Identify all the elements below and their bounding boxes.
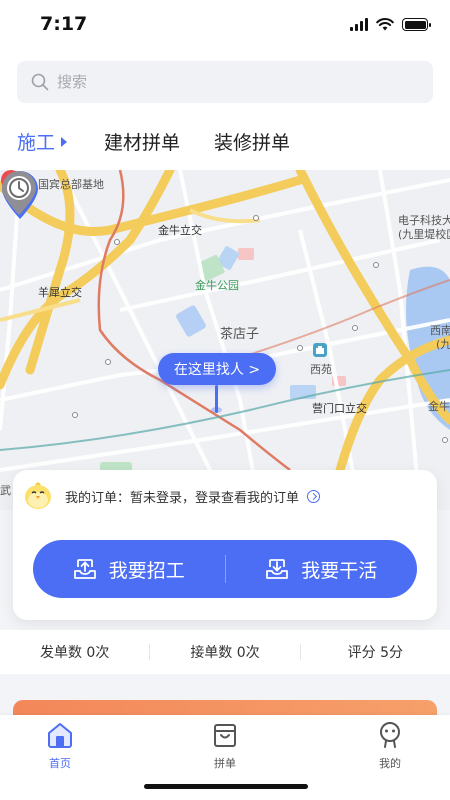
nav-home[interactable]: 首页: [20, 721, 100, 771]
stats-row: 发单数 0次 接单数 0次 评分 5分: [0, 630, 450, 674]
orders-posted-stat: 发单数 0次: [39, 645, 110, 661]
hospital-poi-icon: [313, 343, 327, 357]
nav-group-buy[interactable]: 拼单: [185, 721, 265, 771]
map-label: 金牛立交: [158, 224, 202, 237]
map-label: 茶店子: [220, 327, 260, 342]
search-box[interactable]: [17, 61, 433, 103]
home-icon: [48, 723, 72, 748]
search-input[interactable]: [57, 73, 397, 91]
nav-home-label: 首页: [49, 757, 71, 770]
wifi-icon: [376, 18, 394, 31]
map-label: (九里堤校区: [398, 228, 450, 241]
nav-profile[interactable]: 我的: [350, 721, 430, 771]
clock-location-pin-icon[interactable]: [0, 170, 38, 216]
map-label: 金牛公园: [195, 279, 239, 292]
map-label: 金牛: [428, 400, 450, 413]
find-here-label: 在这里找人 >: [173, 362, 261, 378]
nav-group-buy-label: 拼单: [214, 757, 236, 770]
recruit-workers-label: 我要招工: [108, 559, 185, 582]
search-icon: [31, 73, 49, 91]
caret-right-icon: [61, 136, 68, 147]
home-indicator: [144, 784, 308, 789]
find-here-button[interactable]: 在这里找人 >: [158, 353, 276, 385]
order-card: 我的订单：暂未登录，登录查看我的订单 我要招工 我要干活: [13, 470, 437, 620]
my-orders-text: 我的订单：暂未登录，登录查看我的订单: [65, 490, 300, 506]
map-view[interactable]: 国宾总部基地 金牛立交 电子科技大 (九里堤校区 羊犀立交 金牛公园 茶店子 西…: [0, 170, 450, 510]
recruit-workers-button[interactable]: 我要招工: [33, 540, 225, 598]
bag-icon: [214, 724, 236, 747]
tab-decoration-group-buy[interactable]: 装修拼单: [214, 128, 290, 155]
signal-icon: [350, 18, 368, 31]
status-time: 7:17: [40, 13, 88, 35]
my-orders-row[interactable]: 我的订单：暂未登录，登录查看我的订单: [23, 480, 321, 512]
section-gap: [0, 674, 450, 690]
map-label: 羊犀立交: [38, 286, 82, 299]
tab-label: 建材拼单: [104, 132, 181, 154]
arrow-right-circle-icon: [307, 489, 321, 503]
action-bar: 我要招工 我要干活: [33, 540, 417, 598]
status-bar: 7:17: [0, 0, 450, 50]
map-label: 武: [0, 484, 11, 497]
chick-mascot-icon: [25, 482, 51, 509]
tab-label: 施工: [17, 132, 56, 154]
search-area: [0, 50, 450, 110]
tab-material-group-buy[interactable]: 建材拼单: [104, 128, 180, 155]
tab-label: 装修拼单: [214, 132, 291, 154]
center-marker-shadow: [211, 407, 222, 413]
download-tray-icon: [266, 559, 289, 579]
find-work-label: 我要干活: [301, 559, 378, 582]
find-work-button[interactable]: 我要干活: [226, 540, 418, 598]
rating-stat: 评分 5分: [347, 645, 403, 661]
orders-taken-stat: 接单数 0次: [190, 645, 260, 661]
battery-icon: [402, 18, 431, 31]
status-icons: [350, 18, 431, 31]
map-label: (九: [436, 338, 450, 351]
profile-icon: [380, 722, 400, 748]
nav-profile-label: 我的: [379, 757, 401, 770]
map-label: 西苑: [310, 363, 332, 376]
upload-tray-icon: [73, 559, 96, 579]
map-label: 国宾总部基地: [38, 178, 104, 191]
category-tabs: 施工 建材拼单 装修拼单: [0, 110, 450, 170]
tab-construction[interactable]: 施工: [17, 128, 68, 155]
map-label: 营门口立交: [312, 402, 367, 415]
